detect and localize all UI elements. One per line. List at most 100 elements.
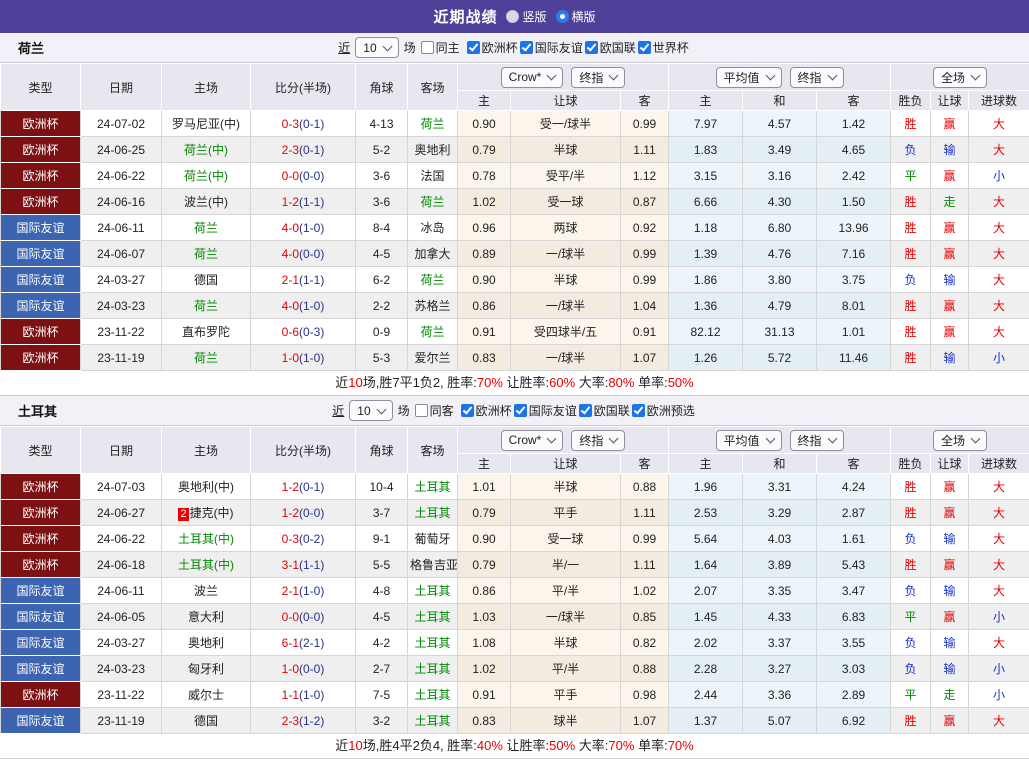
asia-away-odds: 1.12 (621, 163, 669, 189)
bookmaker-select[interactable]: Crow* (501, 430, 564, 451)
col-date: 日期 (81, 427, 162, 474)
home-cell: 罗马尼亚(中) (162, 111, 251, 137)
handicap-result-cell: 赢 (931, 708, 969, 734)
wdl-result-cell: 胜 (891, 293, 931, 319)
eu-home-odds: 7.97 (669, 111, 743, 137)
match-row: 国际友谊24-03-23荷兰4-0(1-0)2-2苏格兰0.86一/球半1.04… (1, 293, 1029, 319)
league-filter-0[interactable]: 欧洲杯 (461, 402, 512, 419)
checked-checkbox-icon[interactable] (585, 41, 598, 54)
league-filter-label: 欧国联 (600, 39, 636, 56)
eu-draw-odds: 3.36 (743, 682, 817, 708)
checked-checkbox-icon[interactable] (461, 404, 474, 417)
home-cell: 土耳其(中) (162, 552, 251, 578)
col-res-goals: 进球数 (969, 454, 1029, 474)
date-cell: 24-06-07 (81, 241, 162, 267)
home-team-name: 土耳其(中) (178, 532, 234, 546)
near-label: 近 (338, 39, 350, 56)
euro-odds-time-select[interactable]: 终指 (790, 430, 844, 451)
eu-home-odds: 1.26 (669, 345, 743, 371)
chevron-down-icon (827, 434, 837, 444)
handicap-result-cell: 输 (931, 267, 969, 293)
asia-away-odds: 0.98 (621, 682, 669, 708)
wdl-result-cell: 胜 (891, 708, 931, 734)
scope-select[interactable]: 全场 (933, 430, 987, 451)
recent-count-select[interactable]: 10 (349, 400, 392, 421)
chevron-down-icon (827, 71, 837, 81)
eu-home-odds: 2.44 (669, 682, 743, 708)
col-type: 类型 (1, 427, 81, 474)
league-filter-3[interactable]: 世界杯 (638, 39, 689, 56)
summary-segment: 10 (348, 738, 362, 753)
wdl-result-cell: 平 (891, 163, 931, 189)
league-filter-2[interactable]: 欧国联 (585, 39, 636, 56)
eu-draw-odds: 4.57 (743, 111, 817, 137)
league-filter-3[interactable]: 欧洲预选 (632, 402, 695, 419)
chevron-down-icon (765, 434, 775, 444)
checked-checkbox-icon[interactable] (638, 41, 651, 54)
vertical-layout-radio-group[interactable]: 竖版 (506, 8, 546, 25)
league-filter-1[interactable]: 国际友谊 (520, 39, 583, 56)
scope-select[interactable]: 全场 (933, 67, 987, 88)
away-team-name: 荷兰 (420, 117, 444, 131)
date-cell: 24-06-25 (81, 137, 162, 163)
away-team-name: 加拿大 (414, 247, 450, 261)
league-cell: 国际友谊 (1, 656, 81, 682)
checked-checkbox-icon[interactable] (467, 41, 480, 54)
away-team-name: 冰岛 (420, 221, 444, 235)
chevron-down-icon (547, 71, 557, 81)
eu-away-odds: 13.96 (817, 215, 891, 241)
wdl-result-cell: 胜 (891, 241, 931, 267)
asia-odds-time-select[interactable]: 终指 (571, 430, 625, 451)
checked-checkbox-icon[interactable] (520, 41, 533, 54)
checked-checkbox-icon[interactable] (632, 404, 645, 417)
eu-draw-odds: 6.80 (743, 215, 817, 241)
date-cell: 24-03-27 (81, 267, 162, 293)
eu-home-odds: 1.83 (669, 137, 743, 163)
unchecked-checkbox-icon[interactable] (421, 41, 434, 54)
col-corner: 角球 (356, 427, 408, 474)
unchecked-checkbox-icon[interactable] (415, 404, 428, 417)
league-filter-1[interactable]: 国际友谊 (514, 402, 577, 419)
euro-odds-time-select[interactable]: 终指 (790, 67, 844, 88)
wdl-result-cell: 胜 (891, 319, 931, 345)
turkey-section: 土耳其 近 10 场 同客 欧洲杯国际友谊欧国联欧洲预选 类型 日期 主场 (0, 396, 1029, 759)
corner-cell: 6-2 (356, 267, 408, 293)
home-cell: 奥地利(中) (162, 474, 251, 500)
match-row: 国际友谊24-03-27德国2-1(1-1)6-2荷兰0.90半球0.991.8… (1, 267, 1029, 293)
home-cell: 荷兰 (162, 215, 251, 241)
league-filter-2[interactable]: 欧国联 (579, 402, 630, 419)
recent-count-select[interactable]: 10 (355, 37, 398, 58)
vertical-radio-icon[interactable] (506, 10, 519, 23)
asia-home-odds: 1.02 (458, 656, 511, 682)
checked-checkbox-icon[interactable] (514, 404, 527, 417)
home-team-name: 荷兰 (194, 351, 218, 365)
average-select[interactable]: 平均值 (716, 67, 782, 88)
home-team-name: 直布罗陀 (182, 325, 230, 339)
eu-home-odds: 1.18 (669, 215, 743, 241)
date-cell: 24-06-22 (81, 163, 162, 189)
checked-checkbox-icon[interactable] (579, 404, 592, 417)
date-cell: 24-06-22 (81, 526, 162, 552)
col-res-wdl: 胜负 (891, 454, 931, 474)
league-filter-0[interactable]: 欧洲杯 (467, 39, 518, 56)
halftime-score: (1-1) (299, 195, 324, 209)
eu-away-odds: 4.65 (817, 137, 891, 163)
same-home-label: 同主 (436, 39, 460, 56)
asia-odds-time-select[interactable]: 终指 (571, 67, 625, 88)
same-home-filter[interactable]: 同主 (421, 39, 460, 56)
summary-segment: 让胜率: (503, 738, 549, 753)
score-cell: 1-1(1-0) (251, 682, 356, 708)
bookmaker-select[interactable]: Crow* (501, 67, 564, 88)
asia-handicap: 半球 (511, 267, 621, 293)
same-away-filter[interactable]: 同客 (415, 402, 454, 419)
average-select[interactable]: 平均值 (716, 430, 782, 451)
match-row: 欧洲杯23-11-19荷兰1-0(1-0)5-3爱尔兰0.83一/球半1.071… (1, 345, 1029, 371)
col-home: 主场 (162, 427, 251, 474)
horizontal-layout-radio-group[interactable]: 横版 (556, 8, 596, 25)
horizontal-radio-icon[interactable] (556, 10, 569, 23)
corner-cell: 4-2 (356, 630, 408, 656)
league-cell: 欧洲杯 (1, 189, 81, 215)
handicap-result-cell: 赢 (931, 474, 969, 500)
chevron-down-icon (382, 41, 392, 51)
league-cell: 欧洲杯 (1, 137, 81, 163)
